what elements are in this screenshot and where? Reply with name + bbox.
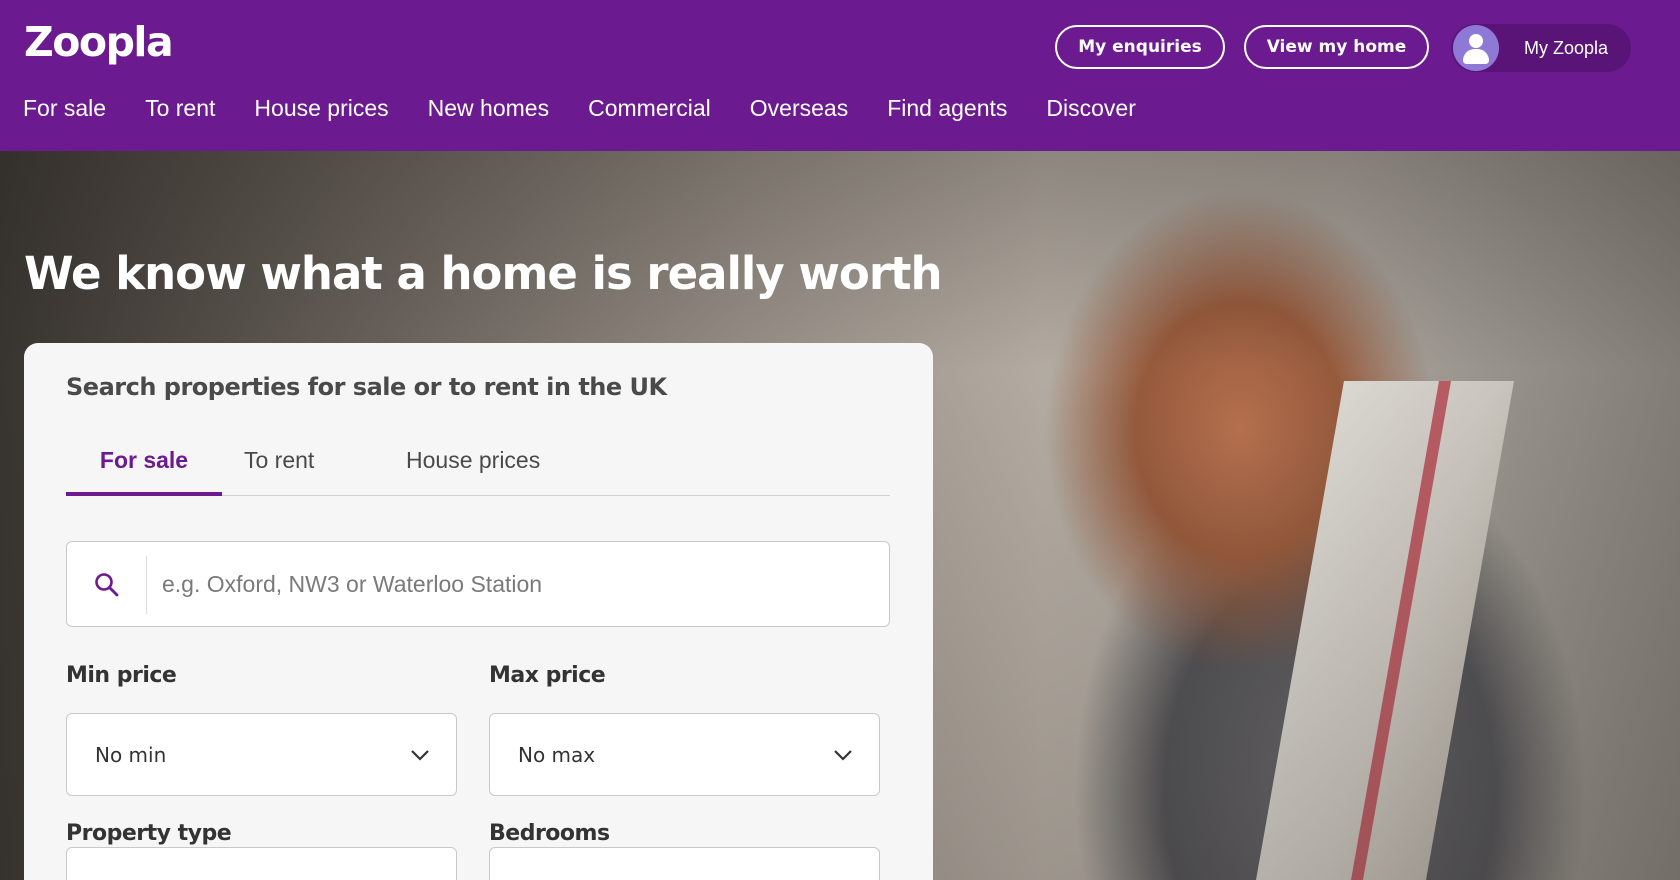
tab-to-rent[interactable]: To rent xyxy=(244,431,364,496)
search-icon xyxy=(67,556,147,614)
main-nav: For sale To rent House prices New homes … xyxy=(0,95,1152,131)
search-card-title: Search properties for sale or to rent in… xyxy=(66,373,667,401)
max-price-select[interactable]: No max xyxy=(489,713,880,796)
nav-to-rent[interactable]: To rent xyxy=(145,95,215,131)
nav-for-sale[interactable]: For sale xyxy=(23,95,106,131)
site-header: Zoopla My enquiries View my home My Zoop… xyxy=(0,0,1680,151)
hero-title: We know what a home is really worth xyxy=(24,247,943,300)
tab-for-sale[interactable]: For sale xyxy=(66,431,222,496)
search-card: Search properties for sale or to rent in… xyxy=(24,343,933,880)
bedrooms-select[interactable] xyxy=(489,847,880,880)
location-search-box xyxy=(66,541,890,627)
nav-house-prices[interactable]: House prices xyxy=(254,95,388,131)
bedrooms-label: Bedrooms xyxy=(489,821,610,846)
tab-house-prices[interactable]: House prices xyxy=(406,431,586,496)
chevron-down-icon xyxy=(834,749,852,761)
user-avatar-icon xyxy=(1453,25,1499,71)
nav-commercial[interactable]: Commercial xyxy=(588,95,711,131)
min-price-select[interactable]: No min xyxy=(66,713,457,796)
chevron-down-icon xyxy=(411,749,429,761)
min-price-label: Min price xyxy=(66,663,177,688)
my-enquiries-button[interactable]: My enquiries xyxy=(1055,25,1225,69)
property-type-label: Property type xyxy=(66,821,232,846)
zoopla-logo[interactable]: Zoopla xyxy=(24,18,174,66)
view-my-home-button[interactable]: View my home xyxy=(1244,25,1429,69)
my-zoopla-label: My Zoopla xyxy=(1524,37,1609,58)
property-type-select[interactable] xyxy=(66,847,457,880)
location-search-input[interactable] xyxy=(162,542,862,626)
max-price-label: Max price xyxy=(489,663,606,688)
search-tabs: For sale To rent House prices xyxy=(66,431,890,496)
my-zoopla-button[interactable]: My Zoopla xyxy=(1451,24,1631,72)
nav-new-homes[interactable]: New homes xyxy=(428,95,549,131)
nav-overseas[interactable]: Overseas xyxy=(750,95,848,131)
min-price-value: No min xyxy=(95,742,167,767)
nav-find-agents[interactable]: Find agents xyxy=(887,95,1007,131)
nav-discover[interactable]: Discover xyxy=(1046,95,1135,131)
max-price-value: No max xyxy=(518,742,596,767)
